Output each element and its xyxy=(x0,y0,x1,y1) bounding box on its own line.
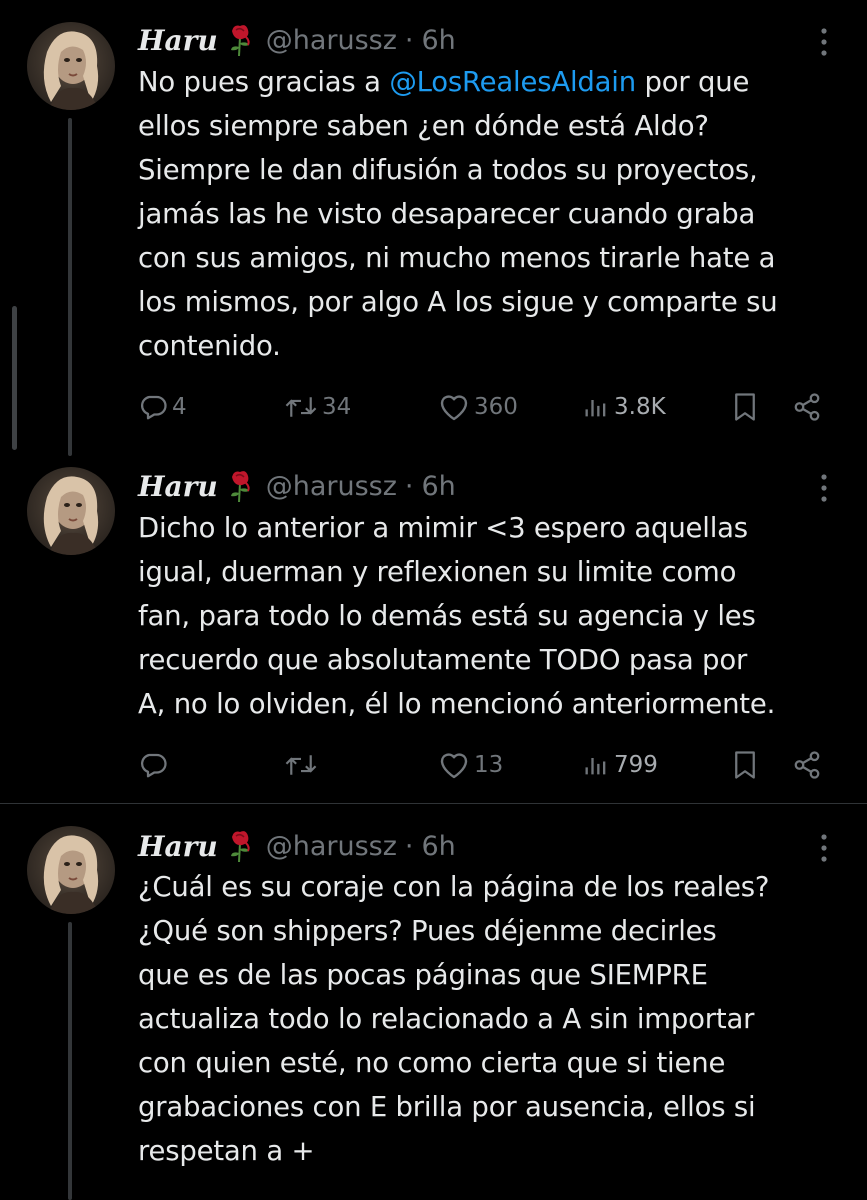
reply-count: 4 xyxy=(172,394,187,420)
text-line: con sus amigos, ni mucho menos tirarle h… xyxy=(138,242,776,274)
avatar[interactable] xyxy=(27,826,115,914)
retweet-button[interactable]: 34 xyxy=(284,387,351,427)
heart-icon xyxy=(440,395,468,421)
text-line: Siempre le dan difusión a todos su proye… xyxy=(138,154,758,186)
tweet-text: Dicho lo anterior a mimir <3 espero aque… xyxy=(138,506,853,726)
text-line: respetan a + xyxy=(138,1135,315,1167)
bookmark-icon xyxy=(735,751,755,779)
author-handle[interactable]: @harussz xyxy=(266,471,397,502)
like-button[interactable]: 360 xyxy=(438,387,518,427)
text-line: fan, para todo lo demás está su agencia … xyxy=(138,600,756,632)
author-name[interactable]: Haru xyxy=(138,470,218,503)
views-button[interactable]: 799 xyxy=(582,745,658,785)
tweet-header: Haru @harussz · 6h xyxy=(138,20,456,60)
text-line: con quien esté, no como cierta que si ti… xyxy=(138,1047,726,1079)
mention-link[interactable]: @LosRealesAldain xyxy=(389,66,636,98)
retweet-count: 34 xyxy=(322,394,352,420)
text-line: recuerdo que absolutamente TODO pasa por xyxy=(138,644,748,676)
tweet-text: ¿Cuál es su coraje con la página de los … xyxy=(138,865,853,1173)
views-button[interactable]: 3.8K xyxy=(582,387,666,427)
avatar[interactable] xyxy=(27,467,115,555)
heart-icon xyxy=(440,753,468,779)
thread-connector-line xyxy=(68,922,72,1200)
reply-icon xyxy=(141,395,167,420)
share-icon xyxy=(794,393,820,421)
avatar[interactable] xyxy=(27,22,115,110)
text-line: grabaciones con E brilla por ausencia, e… xyxy=(138,1091,756,1123)
tweet-header: Haru @harussz · 6h xyxy=(138,826,456,866)
bookmark-button[interactable] xyxy=(732,745,758,785)
text-line: actualiza todo lo relacionado a A sin im… xyxy=(138,1003,755,1035)
author-handle[interactable]: @harussz xyxy=(266,25,397,56)
views-count: 3.8K xyxy=(614,394,666,420)
author-name[interactable]: Haru xyxy=(138,830,218,863)
author-name[interactable]: Haru xyxy=(138,24,218,57)
more-vertical-icon[interactable] xyxy=(812,472,836,504)
timestamp[interactable]: 6h xyxy=(422,831,456,862)
share-button[interactable] xyxy=(792,745,822,785)
reply-button[interactable] xyxy=(138,745,172,785)
timestamp[interactable]: 6h xyxy=(422,471,456,502)
share-icon xyxy=(794,751,820,779)
text-line: ¿Cuál es su coraje con la página de los … xyxy=(138,871,770,903)
views-icon xyxy=(585,400,606,417)
like-count: 13 xyxy=(474,752,504,778)
like-count: 360 xyxy=(474,394,518,420)
text-line: igual, duerman y reflexionen su limite c… xyxy=(138,556,737,588)
bookmark-button[interactable] xyxy=(732,387,758,427)
text-line: los mismos, por algo A los sigue y compa… xyxy=(138,286,778,318)
views-count: 799 xyxy=(614,752,658,778)
reply-button[interactable]: 4 xyxy=(138,387,187,427)
tweet-text: No pues gracias a @LosRealesAldain por q… xyxy=(138,60,853,368)
text-line: A, no lo olviden, él lo mencionó anterio… xyxy=(138,688,776,720)
more-vertical-icon[interactable] xyxy=(812,832,836,864)
wilted-rose-icon xyxy=(230,831,250,863)
views-icon xyxy=(585,758,606,775)
wilted-rose-icon xyxy=(230,471,250,503)
like-button[interactable]: 13 xyxy=(438,745,503,785)
text-line: Dicho lo anterior a mimir <3 espero aque… xyxy=(138,512,748,544)
share-button[interactable] xyxy=(792,387,822,427)
text-line: ¿Qué son shippers? Pues déjenme decirles xyxy=(138,915,717,947)
reply-icon xyxy=(141,753,167,778)
bookmark-icon xyxy=(735,393,755,421)
text-line: que es de las pocas páginas que SIEMPRE xyxy=(138,959,708,991)
text-line: No pues gracias a @LosRealesAldain por q… xyxy=(138,66,750,98)
timestamp[interactable]: 6h xyxy=(422,25,456,56)
retweet-icon xyxy=(285,397,317,417)
text-line: ellos siempre saben ¿en dónde está Aldo? xyxy=(138,110,709,142)
text-line: jamás las he visto desaparecer cuando gr… xyxy=(138,198,756,230)
retweet-icon xyxy=(285,755,317,775)
separator-dot: · xyxy=(404,830,414,862)
separator-dot: · xyxy=(404,24,414,56)
tweet-header: Haru @harussz · 6h xyxy=(138,466,456,506)
author-handle[interactable]: @harussz xyxy=(266,831,397,862)
retweet-button[interactable] xyxy=(284,745,322,785)
separator-dot: · xyxy=(404,470,414,502)
thread-connector-line xyxy=(68,118,72,456)
text-line: contenido. xyxy=(138,330,281,362)
action-bar: 4 34 360 3.8K xyxy=(138,387,838,427)
tweet-divider xyxy=(0,803,867,804)
more-vertical-icon[interactable] xyxy=(812,26,836,58)
scrollbar-thumb[interactable] xyxy=(12,306,17,450)
action-bar: 13 799 xyxy=(138,745,838,785)
wilted-rose-icon xyxy=(230,25,250,57)
